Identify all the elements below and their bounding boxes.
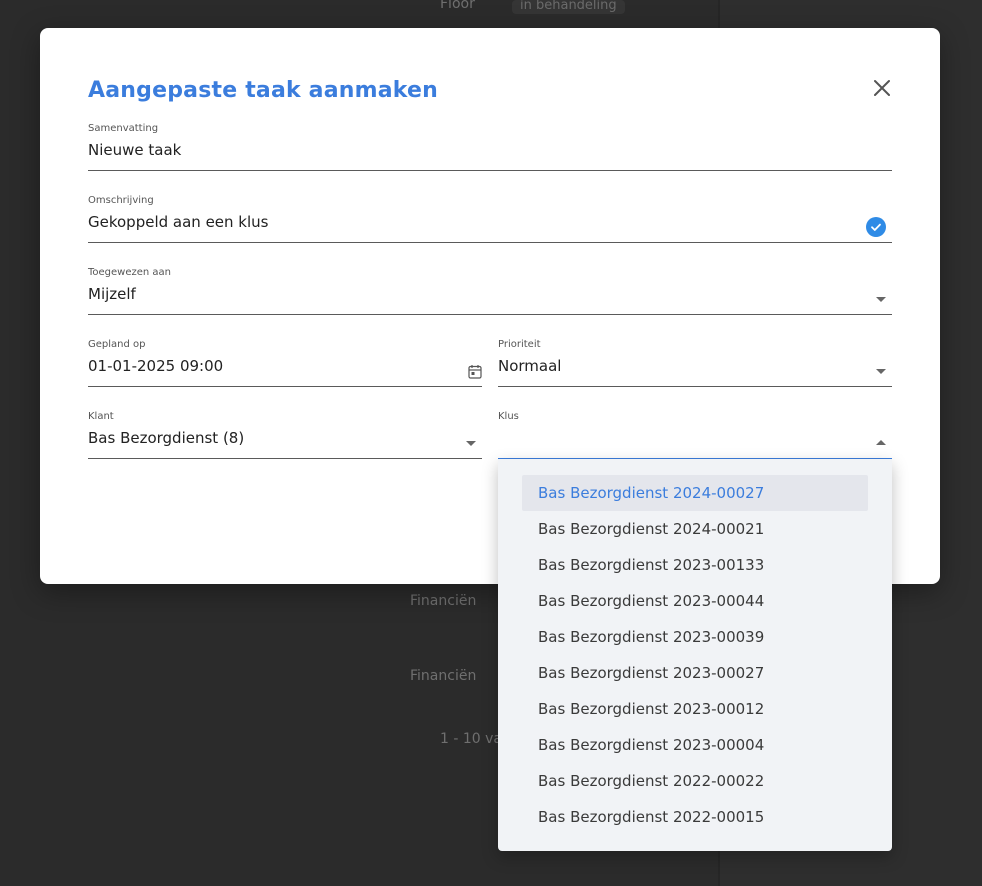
- priority-value: Normaal: [498, 357, 562, 375]
- close-button[interactable]: [870, 76, 894, 100]
- customer-value: Bas Bezorgdienst (8): [88, 429, 245, 447]
- planned-date-input[interactable]: [88, 353, 443, 379]
- customer-select[interactable]: Klant Bas Bezorgdienst (8): [88, 411, 482, 459]
- priority-select[interactable]: Prioriteit Normaal: [498, 339, 892, 387]
- calendar-icon[interactable]: [468, 364, 482, 379]
- description-input[interactable]: [88, 209, 812, 235]
- modal-title: Aangepaste taak aanmaken: [88, 78, 439, 103]
- job-label: Klus: [498, 411, 519, 422]
- close-icon: [874, 80, 890, 96]
- bg-status-chip: in behandeling: [512, 0, 625, 14]
- dropdown-option[interactable]: Bas Bezorgdienst 2023-00044: [522, 583, 868, 619]
- planned-date-label: Gepland op: [88, 339, 146, 350]
- chevron-up-icon: [876, 440, 886, 445]
- summary-input[interactable]: [88, 137, 812, 163]
- check-circle-icon: [866, 217, 886, 237]
- dropdown-option[interactable]: Bas Bezorgdienst 2022-00022: [522, 763, 868, 799]
- summary-field[interactable]: Samenvatting: [88, 123, 892, 171]
- chevron-down-icon: [876, 297, 886, 302]
- priority-label: Prioriteit: [498, 339, 541, 350]
- summary-label: Samenvatting: [88, 123, 159, 134]
- dropdown-option[interactable]: Bas Bezorgdienst 2024-00027: [522, 475, 868, 511]
- job-select[interactable]: Klus: [498, 411, 892, 459]
- dropdown-option[interactable]: Bas Bezorgdienst 2023-00012: [522, 691, 868, 727]
- bg-finance-text-1: Financiën: [410, 593, 477, 609]
- job-dropdown-list: Bas Bezorgdienst 2024-00027 Bas Bezorgdi…: [498, 459, 892, 851]
- customer-label: Klant: [88, 411, 114, 422]
- planned-date-field[interactable]: Gepland op: [88, 339, 482, 387]
- dropdown-option[interactable]: Bas Bezorgdienst 2023-00039: [522, 619, 868, 655]
- dropdown-option[interactable]: Bas Bezorgdienst 2023-00004: [522, 727, 868, 763]
- dropdown-option[interactable]: Bas Bezorgdienst 2023-00133: [522, 547, 868, 583]
- assigned-to-label: Toegewezen aan: [88, 267, 172, 278]
- description-field[interactable]: Omschrijving: [88, 195, 892, 243]
- dropdown-option[interactable]: Bas Bezorgdienst 2024-00021: [522, 511, 868, 547]
- description-label: Omschrijving: [88, 195, 154, 206]
- dropdown-option[interactable]: Bas Bezorgdienst 2022-00015: [522, 799, 868, 835]
- dropdown-option[interactable]: Bas Bezorgdienst 2023-00027: [522, 655, 868, 691]
- assigned-to-value: Mijzelf: [88, 285, 136, 303]
- bg-finance-text-2: Financiën: [410, 668, 477, 684]
- chevron-down-icon: [466, 441, 476, 446]
- bg-floor-text: Floor: [440, 0, 475, 12]
- chevron-down-icon: [876, 369, 886, 374]
- assigned-to-select[interactable]: Toegewezen aan Mijzelf: [88, 267, 892, 315]
